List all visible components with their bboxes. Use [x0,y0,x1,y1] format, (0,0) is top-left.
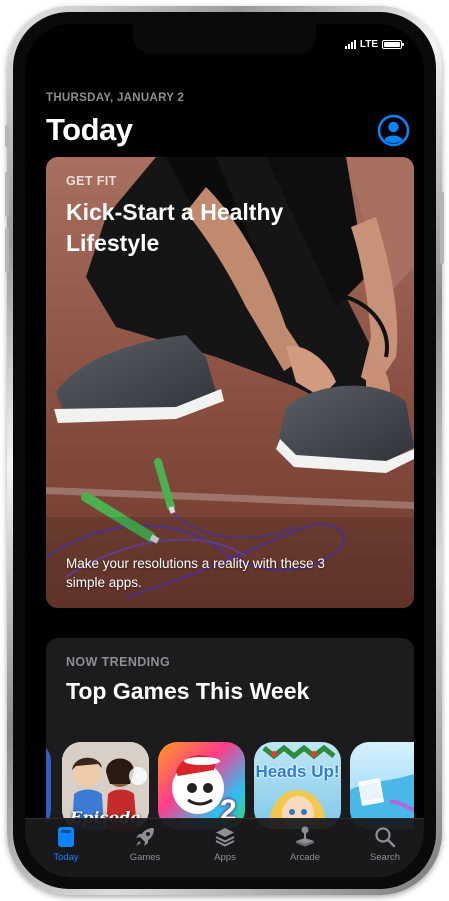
network-label: LTE [359,39,378,50]
tab-label: Search [369,852,401,863]
story-headline: Kick-Start a Healthy Lifestyle [66,199,284,256]
story-eyebrow: GET FIT [66,174,117,188]
search-icon [375,827,396,848]
app-icon-heads-up[interactable]: Heads Up! [254,742,341,829]
heads-up-logo: Heads Up! [255,762,340,781]
tab-label: Games [129,852,161,863]
featured-story-card[interactable]: GET FIT Kick-Start a Healthy Lifestyle M… [46,157,414,608]
signal-icon [344,40,356,49]
notch [133,24,316,54]
layers-icon [215,828,235,847]
battery-icon [382,40,404,49]
tab-search[interactable]: Search [345,823,424,873]
tab-bar: Today Games Apps Arcade Search [25,818,424,877]
joystick-icon [296,826,314,847]
volume-up-button [5,172,9,217]
tab-games[interactable]: Games [105,823,185,873]
app-icon-water[interactable] [350,742,414,829]
status-bar: LTE [344,39,404,50]
power-button [440,192,444,264]
page-title: Today [46,112,133,147]
app-icon-episode[interactable]: Episode [62,742,149,829]
volume-down-button [5,228,9,273]
story-description: Make your resolutions a reality with the… [66,556,325,590]
today-icon [58,827,74,847]
tab-label: Today [53,852,79,863]
mute-switch [5,125,9,147]
tab-label: Arcade [289,852,321,863]
water-artwork [350,774,414,829]
tab-today[interactable]: Today [26,823,106,873]
date-label: THURSDAY, JANUARY 2 [46,92,185,104]
trending-headline: Top Games This Week [66,678,310,704]
screen: LTE THURSDAY, JANUARY 2 Today GET FIT Ki… [25,24,424,877]
app-icon-trivia-crack[interactable]: 2 [158,742,245,829]
tab-label: Apps [214,852,236,863]
trending-eyebrow: NOW TRENDING [66,655,171,669]
heads-up-artwork [262,744,336,829]
account-icon[interactable] [377,114,410,147]
tab-arcade[interactable]: Arcade [265,823,345,873]
app-icon-partial[interactable] [46,742,51,829]
tab-apps[interactable]: Apps [185,823,265,873]
rocket-icon [136,828,154,846]
